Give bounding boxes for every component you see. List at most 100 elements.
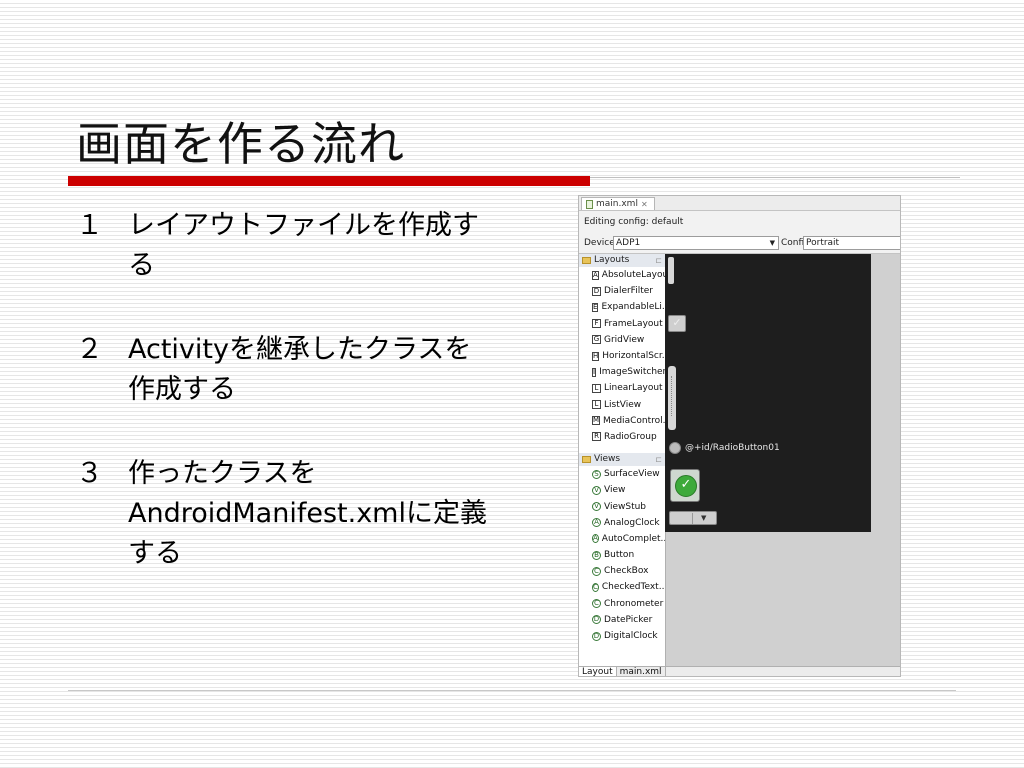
- palette-item[interactable]: R RadioGroup: [579, 429, 665, 445]
- widget-type-icon: A: [592, 518, 601, 528]
- widget-type-icon: E: [592, 302, 599, 312]
- widget-type-icon: B: [592, 550, 601, 560]
- palette-group-label: Layouts: [594, 255, 630, 265]
- check-circle-icon: ✓: [675, 475, 697, 497]
- collapse-icon[interactable]: ⊏: [655, 453, 662, 466]
- config-select[interactable]: Portrait: [803, 236, 900, 250]
- palette-item[interactable]: D DialerFilter: [579, 283, 665, 299]
- widget-type-icon: D: [592, 286, 601, 296]
- step-item: １ レイアウトファイルを作成する: [76, 206, 496, 286]
- palette-item[interactable]: S SurfaceView: [579, 466, 665, 482]
- widget-palette: Layouts ⊏ A AbsoluteLayout D DialerFilter E E…: [579, 254, 666, 666]
- step-text: レイアウトファイルを作成する: [128, 210, 479, 281]
- palette-item-label: AbsoluteLayout: [601, 270, 665, 281]
- spinner-widget[interactable]: ▼: [669, 511, 717, 525]
- scrollbar-widget[interactable]: [668, 257, 674, 284]
- editor-tab-main-xml[interactable]: main.xml ✕: [581, 197, 655, 210]
- palette-item-label: View: [604, 485, 626, 496]
- palette-item[interactable]: D DatePicker: [579, 612, 665, 628]
- step-list: １ レイアウトファイルを作成する ２ Activityを継承したクラスを作成する…: [76, 206, 496, 618]
- palette-item[interactable]: F FrameLayout: [579, 316, 665, 332]
- palette-item[interactable]: H HorizontalScr...: [579, 348, 665, 364]
- close-icon[interactable]: ✕: [641, 200, 648, 209]
- palette-item-label: Button: [604, 550, 635, 561]
- palette-item[interactable]: L LinearLayout: [579, 380, 665, 396]
- radio-button-widget[interactable]: @+id/RadioButton01: [669, 442, 780, 454]
- palette-item[interactable]: L ListView: [579, 397, 665, 413]
- palette-item[interactable]: I ImageSwitcher: [579, 364, 665, 380]
- widget-type-icon: A: [592, 270, 599, 280]
- footer-divider: [68, 690, 956, 691]
- widget-type-icon: D: [592, 615, 601, 625]
- palette-item-label: HorizontalScr...: [602, 351, 665, 362]
- step-item: ３ 作ったクラスをAndroidManifest.xmlに定義する: [76, 454, 496, 574]
- widget-type-icon: F: [592, 319, 601, 329]
- tab-layout[interactable]: Layout: [579, 667, 617, 676]
- widget-type-icon: G: [592, 335, 601, 345]
- chevron-down-icon: ▼: [769, 239, 775, 247]
- widget-type-icon: H: [592, 351, 600, 361]
- palette-item[interactable]: D DigitalClock: [579, 628, 665, 644]
- folder-icon: [582, 456, 591, 464]
- title-underline-gray: [590, 177, 960, 178]
- palette-item-label: ImageSwitcher: [599, 367, 665, 378]
- palette-views-list: S SurfaceView V View V ViewStub A AnalogClock A A…: [579, 466, 665, 644]
- editing-config-label: Editing config: default: [579, 211, 900, 234]
- tab-main-xml[interactable]: main.xml: [617, 667, 666, 676]
- palette-group-layouts[interactable]: Layouts ⊏: [579, 254, 665, 267]
- palette-item[interactable]: M MediaControl...: [579, 413, 665, 429]
- step-item: ２ Activityを継承したクラスを作成する: [76, 330, 496, 410]
- title-underline-red: [68, 176, 590, 186]
- folder-icon: [582, 257, 591, 264]
- step-text: Activityを継承したクラスを作成する: [128, 334, 472, 405]
- layout-canvas[interactable]: ✓ @+id/RadioButton01 ✓ ▼: [665, 254, 871, 532]
- palette-group-views[interactable]: Views ⊏: [579, 453, 665, 467]
- palette-item[interactable]: V View: [579, 482, 665, 498]
- palette-item[interactable]: C CheckBox: [579, 563, 665, 579]
- palette-item[interactable]: A AbsoluteLayout: [579, 267, 665, 283]
- palette-item[interactable]: G GridView: [579, 332, 665, 348]
- palette-item[interactable]: B Button: [579, 547, 665, 563]
- scrollview-widget[interactable]: [668, 366, 676, 430]
- radio-button-label: @+id/RadioButton01: [685, 443, 780, 453]
- palette-item-label: ViewStub: [604, 501, 647, 512]
- collapse-icon[interactable]: ⊏: [655, 254, 662, 267]
- palette-item-label: ListView: [604, 399, 642, 410]
- slide-title: 画面を作る流れ: [76, 117, 405, 171]
- palette-item-label: Chronometer: [604, 598, 664, 609]
- palette-item-partial: [579, 445, 665, 453]
- config-select-value: Portrait: [806, 238, 840, 248]
- image-button-widget[interactable]: ✓: [670, 469, 700, 502]
- device-config-bar: Devices ADP1 ▼ Config Portrait: [579, 234, 900, 254]
- palette-item[interactable]: A AutoComplet...: [579, 531, 665, 547]
- palette-item[interactable]: C CheckedText...: [579, 579, 665, 595]
- palette-item-label: AutoComplet...: [601, 533, 665, 544]
- palette-item[interactable]: E ExpandableLi...: [579, 299, 665, 315]
- widget-type-icon: L: [592, 400, 601, 410]
- palette-item-label: FrameLayout: [604, 318, 663, 329]
- widget-type-icon: C: [592, 599, 601, 609]
- palette-item-label: SurfaceView: [604, 469, 660, 480]
- device-select-value: ADP1: [616, 238, 641, 248]
- radio-icon: [669, 442, 681, 454]
- palette-layouts-list: A AbsoluteLayout D DialerFilter E ExpandableL…: [579, 267, 665, 445]
- palette-item-label: MediaControl...: [603, 415, 665, 426]
- palette-item[interactable]: V ViewStub: [579, 498, 665, 514]
- checkbox-widget[interactable]: ✓: [668, 315, 686, 332]
- editor-tab-label: main.xml: [596, 199, 638, 209]
- palette-item[interactable]: C Chronometer: [579, 596, 665, 612]
- widget-type-icon: V: [592, 485, 601, 495]
- editor-bottom-tabs: Layout main.xml: [579, 666, 900, 676]
- palette-item-label: DialerFilter: [604, 286, 653, 297]
- chevron-down-icon: ▼: [701, 514, 707, 522]
- palette-item-label: LinearLayout: [604, 383, 663, 394]
- widget-type-icon: C: [592, 582, 599, 592]
- step-number: ３: [76, 458, 103, 489]
- widget-type-icon: V: [592, 502, 601, 512]
- widget-type-icon: S: [592, 469, 601, 479]
- palette-group-label: Views: [594, 454, 621, 465]
- device-select[interactable]: ADP1 ▼: [613, 236, 779, 250]
- palette-item[interactable]: A AnalogClock: [579, 515, 665, 531]
- palette-item-label: CheckBox: [604, 566, 649, 577]
- step-number: ２: [76, 334, 103, 365]
